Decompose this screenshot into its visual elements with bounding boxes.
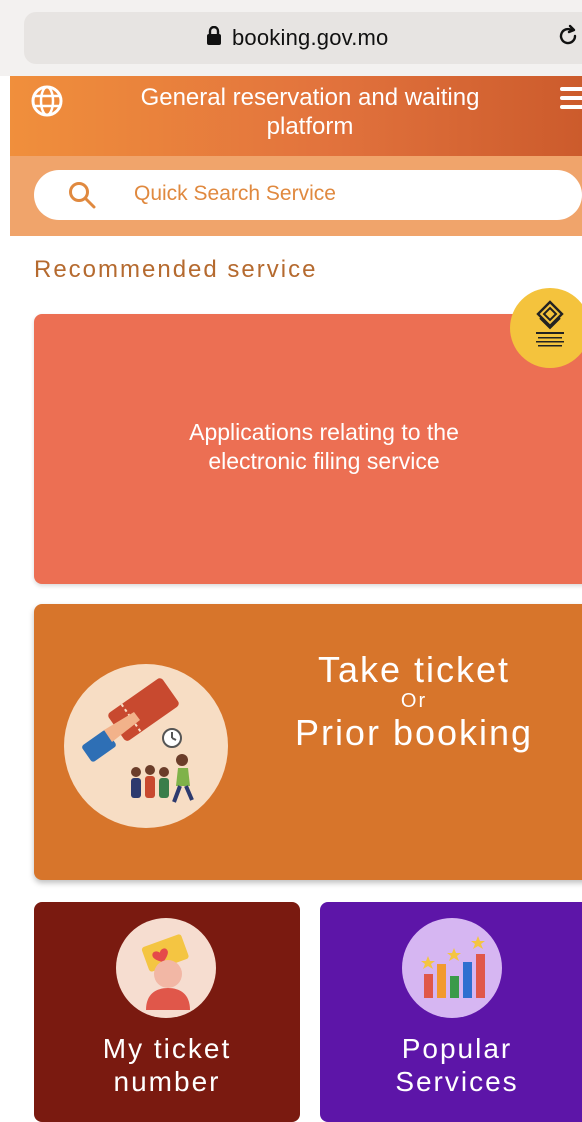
social-security-fund-logo: [510, 288, 582, 368]
section-title: Recommended service: [34, 256, 318, 283]
my-ticket-icon: [116, 918, 216, 1018]
take-ticket-card[interactable]: Take ticket Or Prior booking: [34, 604, 582, 880]
search-placeholder: Quick Search Service: [134, 182, 336, 205]
reload-icon[interactable]: [556, 24, 580, 48]
search-input[interactable]: Quick Search Service: [34, 170, 582, 220]
search-icon: [69, 182, 96, 209]
site-header: General reservation and waiting platform…: [10, 76, 582, 236]
my-ticket-number-card[interactable]: My ticket number: [34, 902, 300, 1122]
page-title: General reservation and waiting platform: [140, 84, 480, 140]
globe-icon[interactable]: [30, 84, 64, 118]
or-label: Or: [400, 690, 428, 712]
efiling-card-label: Applications relating to the electronic …: [189, 419, 459, 474]
ticket-illustration: [64, 664, 228, 828]
take-ticket-label: Take ticket: [317, 649, 511, 690]
browser-chrome: booking.gov.mo: [0, 0, 582, 76]
hand-ticket-queue-icon: [82, 678, 194, 803]
my-ticket-label: My ticket number: [102, 1033, 232, 1097]
popular-services-card[interactable]: Popular Services: [320, 902, 582, 1122]
take-ticket-text: Take ticket Or Prior booking: [264, 650, 564, 754]
fund-emblem-icon: [536, 300, 564, 347]
bar-chart-icon: [402, 918, 502, 1018]
prior-booking-label: Prior booking: [294, 712, 534, 753]
url-text[interactable]: booking.gov.mo: [232, 25, 389, 51]
menu-icon[interactable]: [560, 86, 582, 110]
popular-services-label: Popular Services: [395, 1033, 519, 1097]
efiling-service-card[interactable]: Applications relating to the electronic …: [34, 314, 582, 584]
lock-icon: [207, 26, 221, 45]
